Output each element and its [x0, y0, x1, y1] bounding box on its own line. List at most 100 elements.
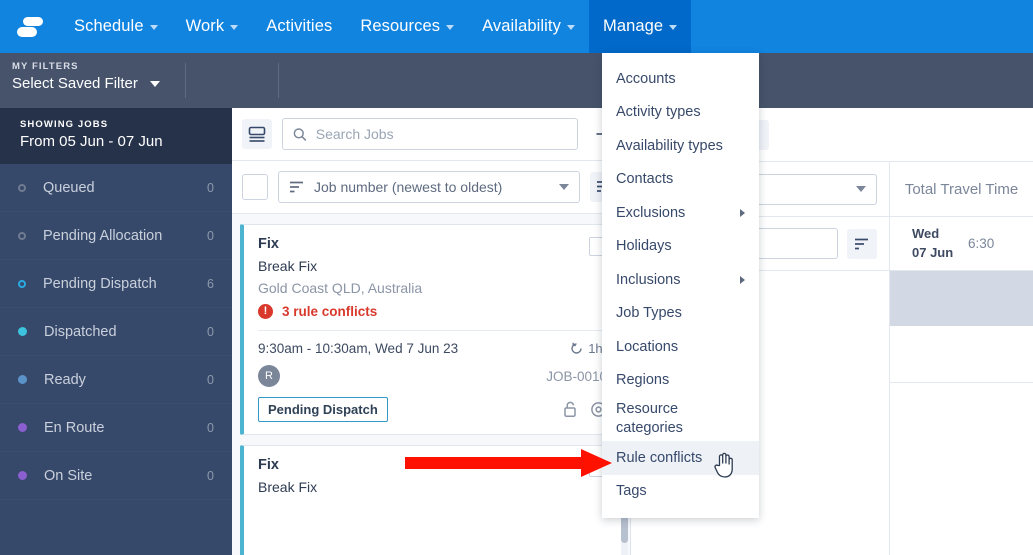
- sort-icon: [855, 238, 868, 249]
- manage-dropdown-menu: Accounts Activity types Availability types…: [602, 53, 759, 518]
- job-title: Fix: [258, 236, 279, 252]
- unlock-icon[interactable]: [563, 401, 578, 418]
- menu-item-label: Contacts: [616, 171, 674, 188]
- job-list-sortbar: Job number (newest to oldest): [232, 161, 630, 214]
- saved-filter-text: Select Saved Filter: [12, 75, 138, 92]
- job-cards-area: Fix Break Fix Gold Coast QLD, Australia …: [232, 214, 630, 555]
- menu-item-label: Regions: [616, 372, 670, 389]
- status-dot-icon: [18, 423, 27, 432]
- app-logo-icon: [17, 15, 43, 39]
- nav-item-activities[interactable]: Activities: [252, 0, 346, 53]
- job-status-list: Queued 0 Pending Allocation 0 Pending Dispat…: [0, 164, 232, 500]
- select-all-checkbox[interactable]: [242, 174, 268, 200]
- sidebar-status-count: 0: [207, 468, 214, 483]
- sidebar-status-count: 0: [207, 420, 214, 435]
- duration-icon: [571, 342, 582, 354]
- manage-menu-items: Accounts Activity types Availability types…: [602, 62, 759, 508]
- status-dot-icon: [18, 183, 26, 192]
- job-rule-conflicts[interactable]: ! 3 rule conflicts: [258, 304, 607, 319]
- sidebar-status-label: En Route: [44, 419, 105, 436]
- divider: [258, 330, 607, 331]
- saved-filter-value[interactable]: Select Saved Filter: [12, 75, 168, 92]
- sort-select[interactable]: Job number (newest to oldest): [278, 171, 580, 203]
- menu-item-availability-types[interactable]: Availability types: [602, 129, 759, 163]
- menu-item-job-types[interactable]: Job Types: [602, 297, 759, 331]
- menu-item-contacts[interactable]: Contacts: [602, 163, 759, 197]
- job-list-panel: Job number (newest to oldest) Fix Break …: [232, 108, 631, 555]
- chevron-down-icon: [566, 25, 575, 30]
- status-dot-icon: [18, 279, 26, 288]
- search-jobs-box[interactable]: [282, 118, 578, 150]
- sidebar-status-pending-allocation[interactable]: Pending Allocation 0: [0, 212, 232, 260]
- menu-item-label: Holidays: [616, 238, 672, 255]
- sidebar-status-count: 0: [207, 228, 214, 243]
- menu-item-exclusions[interactable]: Exclusions: [602, 196, 759, 230]
- chevron-down-icon: [856, 186, 866, 192]
- status-badge[interactable]: Pending Dispatch: [258, 397, 388, 422]
- app-root: Schedule Work Activities Resources Availabil…: [0, 0, 1033, 555]
- sidebar-status-queued[interactable]: Queued 0: [0, 164, 232, 212]
- menu-item-locations[interactable]: Locations: [602, 330, 759, 364]
- divider: [278, 63, 279, 98]
- layout-toggle-icon: [248, 126, 266, 142]
- menu-item-accounts[interactable]: Accounts: [602, 62, 759, 96]
- nav-item-label: Manage: [602, 17, 664, 35]
- nav-item-schedule[interactable]: Schedule: [60, 0, 172, 53]
- menu-item-rule-conflicts[interactable]: Rule conflicts: [602, 441, 759, 475]
- nav-item-availability[interactable]: Availability: [468, 0, 589, 53]
- nav-item-label: Work: [185, 17, 225, 35]
- job-card[interactable]: Fix Break Fix Gold Coast QLD, Australia …: [240, 224, 622, 435]
- job-meta-row: R JOB-0010: [258, 365, 607, 387]
- nav-item-label: Availability: [482, 17, 561, 35]
- timeline-day-date: 07 Jun: [912, 244, 954, 260]
- timeline-day-row: Wed 07 Jun 6:30: [890, 216, 1033, 270]
- timeline-time-label: 6:30: [968, 236, 995, 251]
- menu-item-inclusions[interactable]: Inclusions: [602, 263, 759, 297]
- resources-sort-button[interactable]: [847, 228, 877, 259]
- sidebar-status-label: Dispatched: [44, 323, 117, 340]
- sidebar-status-pending-dispatch[interactable]: Pending Dispatch 6: [0, 260, 232, 308]
- menu-item-holidays[interactable]: Holidays: [602, 230, 759, 264]
- sidebar-status-en-route[interactable]: En Route 0: [0, 404, 232, 452]
- chevron-down-icon: [230, 25, 239, 30]
- status-dot-icon: [18, 471, 27, 480]
- status-dot-icon: [18, 327, 27, 336]
- menu-item-resource-categories[interactable]: Resource categories: [602, 397, 759, 441]
- job-time: 9:30am - 10:30am, Wed 7 Jun 23: [258, 341, 459, 356]
- sidebar-status-count: 0: [207, 180, 214, 195]
- app-logo[interactable]: [0, 0, 60, 53]
- sidebar-status-ready[interactable]: Ready 0: [0, 356, 232, 404]
- chevron-right-icon: [740, 208, 745, 217]
- menu-item-label: Resource categories: [616, 401, 683, 436]
- resources-right-column: Total Travel Time Wed 07 Jun 6:30: [890, 162, 1033, 555]
- sidebar-status-label: Pending Dispatch: [43, 275, 157, 292]
- showing-jobs-label: SHOWING JOBS: [20, 119, 109, 130]
- menu-item-regions[interactable]: Regions: [602, 364, 759, 398]
- status-dot-icon: [18, 375, 27, 384]
- my-filters-selector[interactable]: MY FILTERS Select Saved Filter: [0, 53, 180, 108]
- sort-select-label: Job number (newest to oldest): [314, 179, 503, 195]
- search-icon: [293, 127, 307, 141]
- job-status-row: Pending Dispatch: [258, 397, 607, 422]
- nav-item-resources[interactable]: Resources: [346, 0, 468, 53]
- sidebar-status-label: On Site: [44, 467, 93, 484]
- job-time-row: 9:30am - 10:30am, Wed 7 Jun 23 1hr: [258, 341, 607, 356]
- search-jobs-input[interactable]: [315, 126, 567, 142]
- chevron-down-icon: [669, 25, 678, 30]
- sidebar-status-count: 0: [207, 372, 214, 387]
- nav-item-manage[interactable]: Manage: [588, 0, 692, 53]
- job-number: JOB-0010: [546, 368, 607, 384]
- timeline-grid-block[interactable]: [890, 270, 1033, 326]
- showing-jobs-header: SHOWING JOBS From 05 Jun - 07 Jun: [0, 108, 232, 164]
- job-card-icons: [563, 401, 607, 418]
- sidebar-status-label: Pending Allocation: [43, 227, 163, 244]
- layout-toggle-button[interactable]: [242, 119, 272, 149]
- red-arrow-annotation: [405, 449, 612, 477]
- nav-item-label: Activities: [266, 17, 333, 35]
- menu-item-activity-types[interactable]: Activity types: [602, 96, 759, 130]
- sidebar-status-dispatched[interactable]: Dispatched 0: [0, 308, 232, 356]
- sidebar-status-on-site[interactable]: On Site 0: [0, 452, 232, 500]
- menu-item-tags[interactable]: Tags: [602, 475, 759, 509]
- nav-item-work[interactable]: Work: [172, 0, 253, 53]
- warning-icon: !: [258, 304, 273, 319]
